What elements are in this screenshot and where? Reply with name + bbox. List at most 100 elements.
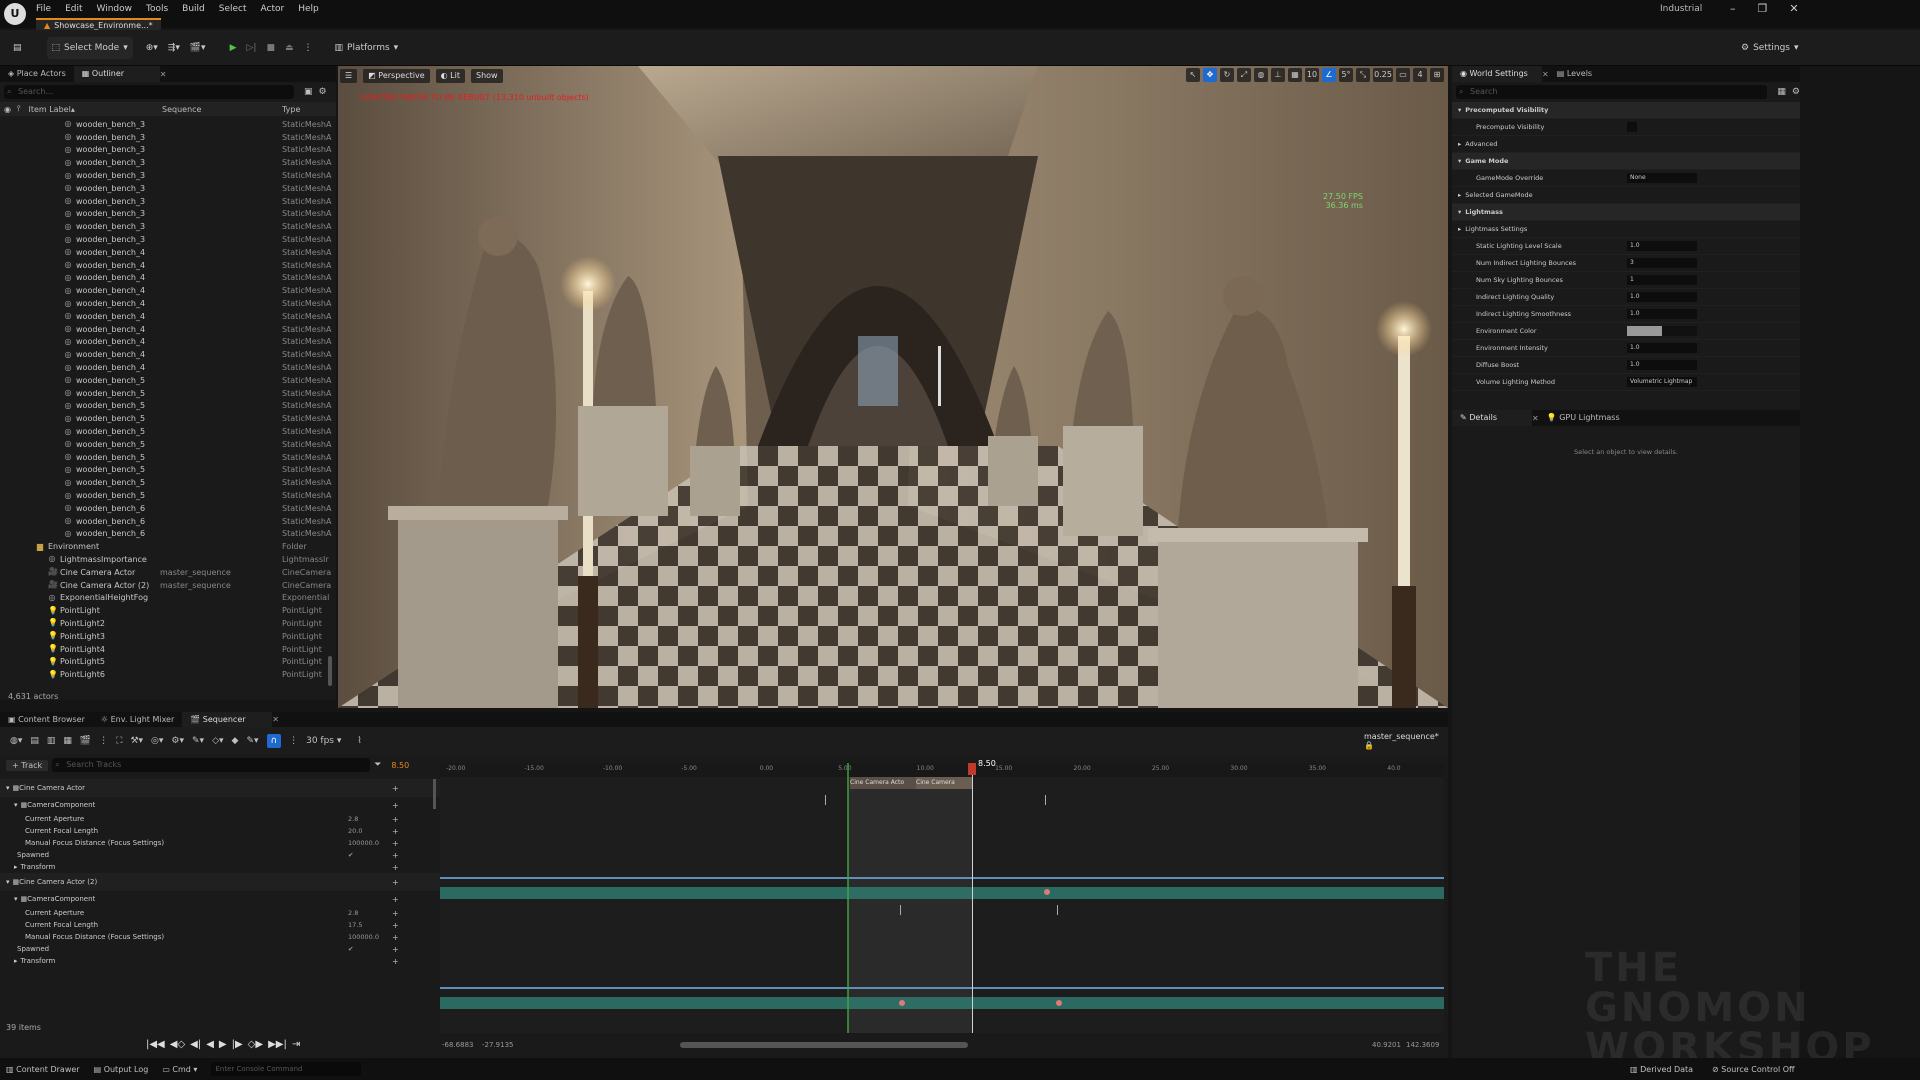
outliner-row[interactable]: 💡 PointLight2 PointLight — [0, 617, 336, 630]
add-key-icon[interactable]: + — [392, 863, 399, 872]
more-options-icon[interactable]: ⋮ — [299, 37, 318, 59]
current-time-field[interactable]: 8.50 — [391, 761, 409, 770]
settings-row[interactable]: Indirect Lighting Smoothness 1.0 — [1452, 306, 1800, 323]
derived-data-button[interactable]: ▥ Derived Data — [1630, 1065, 1693, 1074]
sequencer-track[interactable]: Spawned ✔ + — [0, 943, 440, 955]
add-key-icon[interactable]: + — [392, 784, 399, 793]
play-reverse-icon[interactable]: ◀ — [206, 1039, 214, 1050]
outliner-row[interactable]: ◎ wooden_bench_4 StaticMeshA — [0, 323, 336, 336]
add-key-icon[interactable]: + — [392, 878, 399, 887]
console-input[interactable]: Enter Console Command — [211, 1062, 362, 1076]
playhead-handle[interactable] — [968, 763, 976, 775]
camera-speed-icon[interactable]: ▭ — [1396, 68, 1410, 82]
jump-start-icon[interactable]: |◀◀ — [146, 1039, 165, 1050]
track-search-input[interactable]: ⌕ Search Tracks — [52, 758, 371, 772]
minimize-icon[interactable]: – — [1730, 2, 1736, 15]
sequencer-track[interactable]: ▾ ▦ Cine Camera Actor + — [0, 779, 440, 797]
rotate-tool-icon[interactable]: ↻ — [1220, 68, 1234, 82]
close-icon[interactable]: ✕ — [1542, 70, 1549, 79]
playhead-line[interactable] — [972, 763, 973, 1033]
outliner-row[interactable]: ◎ wooden_bench_5 StaticMeshA — [0, 400, 336, 413]
settings-value-field[interactable]: 1 — [1627, 275, 1697, 285]
track-value[interactable]: 2.8 — [348, 815, 358, 823]
outliner-row[interactable]: ◎ wooden_bench_4 StaticMeshA — [0, 272, 336, 285]
add-key-icon[interactable]: + — [392, 839, 399, 848]
outliner-row[interactable]: ◎ wooden_bench_4 StaticMeshA — [0, 310, 336, 323]
menu-edit[interactable]: Edit — [65, 4, 82, 14]
play-icon[interactable]: ▶ — [219, 1039, 227, 1050]
track-value[interactable]: 100000.0 — [348, 933, 379, 941]
hamburger-icon[interactable]: ☰ — [340, 69, 358, 83]
snap-options-icon[interactable]: ⋮ — [289, 736, 298, 746]
step-play-button[interactable]: ▷| — [242, 37, 262, 59]
settings-value-field[interactable] — [1627, 122, 1637, 132]
sequencer-track[interactable]: Current Aperture 2.8 + — [0, 907, 440, 919]
sequencer-track[interactable]: ▾ ▦ CameraComponent + — [0, 797, 440, 813]
keyframe[interactable] — [899, 1000, 905, 1006]
lit-button[interactable]: ◐ Lit — [435, 69, 465, 83]
outliner-row[interactable]: ◎ wooden_bench_5 StaticMeshA — [0, 374, 336, 387]
menu-help[interactable]: Help — [298, 4, 319, 14]
tab-world-settings[interactable]: ◉ World Settings — [1452, 66, 1542, 82]
add-key-icon[interactable]: + — [392, 945, 399, 954]
tab-env-light-mixer[interactable]: ☼ Env. Light Mixer — [93, 712, 182, 728]
outliner-row[interactable]: ◎ wooden_bench_3 StaticMeshA — [0, 208, 336, 221]
chevron-down-icon[interactable]: ▾ — [6, 784, 10, 792]
outliner-row[interactable]: ◎ LightmassImportance LightmassIr — [0, 553, 336, 566]
outliner-row[interactable]: ◎ wooden_bench_4 StaticMeshA — [0, 284, 336, 297]
tab-sequencer[interactable]: 🎬 Sequencer — [182, 711, 273, 728]
tab-content-browser[interactable]: ▣ Content Browser — [0, 712, 93, 728]
play-button[interactable]: ▶ — [225, 37, 242, 59]
output-log-button[interactable]: ▤ Output Log — [94, 1065, 149, 1074]
sequencer-track[interactable]: ▸ Transform + — [0, 861, 440, 873]
camera-lock-icon[interactable]: ⛶ — [116, 736, 122, 746]
step-forward-icon[interactable]: |▶ — [232, 1039, 243, 1050]
add-key-icon[interactable]: ◆ — [232, 736, 239, 746]
settings-row[interactable]: ▸ Advanced — [1452, 136, 1800, 153]
sequencer-track[interactable]: Current Aperture 2.8 + — [0, 813, 440, 825]
outliner-row[interactable]: ◎ wooden_bench_5 StaticMeshA — [0, 489, 336, 502]
render-movie-icon[interactable]: 🎬 — [80, 736, 91, 746]
world-select-icon[interactable]: ◍▾ — [10, 736, 22, 746]
gear-icon[interactable]: ⚙ — [319, 87, 327, 97]
add-key-icon[interactable]: + — [392, 801, 399, 810]
settings-category[interactable]: ▾ Game Mode — [1452, 153, 1800, 170]
outliner-row[interactable]: ◎ wooden_bench_5 StaticMeshA — [0, 425, 336, 438]
content-drawer-button[interactable]: ▥ Content Drawer — [6, 1065, 80, 1074]
track-value[interactable]: ✔ — [348, 945, 353, 953]
menu-tools[interactable]: Tools — [146, 4, 168, 14]
outliner-row[interactable]: ◎ wooden_bench_6 StaticMeshA — [0, 528, 336, 541]
world-settings-search-input[interactable]: ⌕ Search — [1456, 85, 1768, 99]
auto-key-icon[interactable]: ✎▾ — [246, 736, 258, 746]
outliner-row[interactable]: ◎ wooden_bench_4 StaticMeshA — [0, 297, 336, 310]
outliner-row[interactable]: ◎ ExponentialHeightFog Exponential — [0, 591, 336, 604]
save-as-icon[interactable]: ▥ — [47, 736, 56, 746]
level-viewport[interactable]: ☰ ◩ Perspective ◐ Lit Show LIGHTING NEED… — [338, 66, 1448, 708]
prev-key-icon[interactable]: ◀◇ — [170, 1039, 185, 1050]
settings-category[interactable]: ▾ Lightmass — [1452, 204, 1800, 221]
outliner-row[interactable]: ◎ wooden_bench_3 StaticMeshA — [0, 131, 336, 144]
settings-value-field[interactable] — [1627, 326, 1697, 336]
outliner-row[interactable]: ◎ wooden_bench_4 StaticMeshA — [0, 336, 336, 349]
add-folder-icon[interactable]: ▣ — [304, 87, 313, 97]
save-icon[interactable]: ▤ — [30, 736, 39, 746]
actions-icon[interactable]: ⋮ — [99, 736, 108, 746]
settings-row[interactable]: ▸ Selected GameMode — [1452, 187, 1800, 204]
blueprint-icon[interactable]: ⇶▾ — [163, 37, 185, 59]
outliner-row[interactable]: ▆ Environment Folder — [0, 540, 336, 553]
outliner-row[interactable]: ◎ wooden_bench_5 StaticMeshA — [0, 476, 336, 489]
unreal-logo-icon[interactable]: U — [4, 3, 26, 25]
sequencer-track[interactable]: Current Focal Length 20.0 + — [0, 825, 440, 837]
gear-icon[interactable]: ⚙ — [1792, 87, 1800, 97]
outliner-row[interactable]: ◎ wooden_bench_3 StaticMeshA — [0, 156, 336, 169]
outliner-row[interactable]: 🎥 Cine Camera Actor master_sequence CineCam… — [0, 566, 336, 579]
sequencer-track[interactable]: ▾ ▦ Cine Camera Actor (2) + — [0, 873, 440, 891]
camera-speed-value[interactable]: 4 — [1413, 68, 1427, 82]
add-key-icon[interactable]: + — [392, 909, 399, 918]
menu-file[interactable]: File — [36, 4, 51, 14]
menu-build[interactable]: Build — [182, 4, 205, 14]
sequencer-track[interactable]: Manual Focus Distance (Focus Settings) 10… — [0, 931, 440, 943]
curve-editor-icon[interactable]: ⌇ — [357, 736, 361, 746]
rotate-snap-value[interactable]: 5° — [1339, 68, 1353, 82]
show-button[interactable]: Show — [470, 69, 503, 83]
